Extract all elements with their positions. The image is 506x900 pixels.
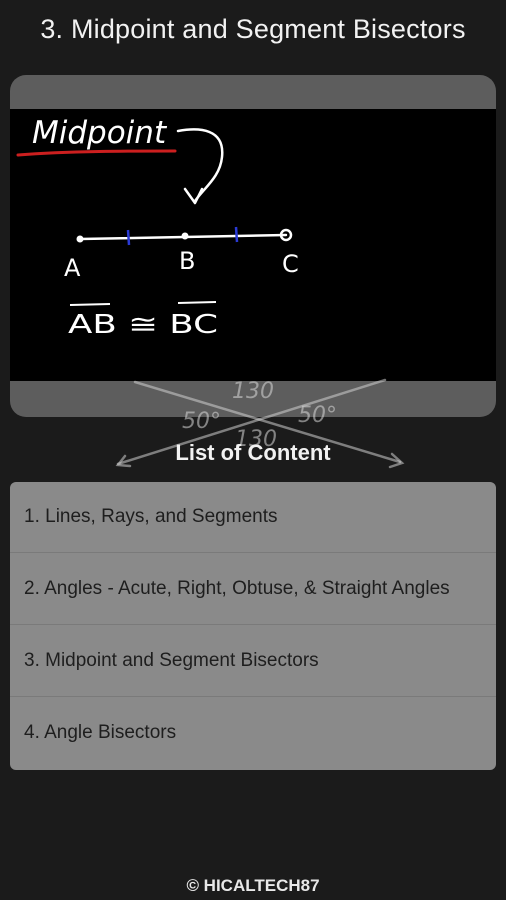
- list-item-angle-bisectors[interactable]: 4. Angle Bisectors: [10, 697, 496, 769]
- congruence-statement: AB ≅ BC: [68, 310, 218, 340]
- page-title: 3. Midpoint and Segment Bisectors: [40, 14, 466, 44]
- sketch-angle-top: 130: [232, 379, 274, 404]
- list-item-label: 2. Angles - Acute, Right, Obtuse, & Stra…: [24, 577, 450, 599]
- sketch-angle-left: 50°: [182, 409, 221, 434]
- list-item-lines-rays-segments[interactable]: 1. Lines, Rays, and Segments: [10, 482, 496, 553]
- point-b-dot: [181, 232, 189, 240]
- list-item-angles[interactable]: 2. Angles - Acute, Right, Obtuse, & Stra…: [10, 553, 496, 625]
- heading-midpoint: Midpoint: [32, 115, 168, 151]
- arrow-head: [183, 187, 204, 205]
- tick-mark-ab: [126, 229, 131, 246]
- point-a-dot: [76, 235, 84, 243]
- sketch-angle-right: 50°: [298, 403, 337, 428]
- red-underline: [16, 149, 177, 157]
- list-item-label: 1. Lines, Rays, and Segments: [24, 506, 278, 527]
- content-list: 1. Lines, Rays, and Segments 2. Angles -…: [10, 482, 496, 770]
- video-frame[interactable]: Midpoint A B C AB ≅ BC: [10, 109, 496, 381]
- overbar-bc: [177, 301, 217, 304]
- overbar-ab: [69, 303, 111, 306]
- list-of-content-heading: List of Content: [175, 440, 331, 465]
- list-item-midpoint-bisectors[interactable]: 3. Midpoint and Segment Bisectors: [10, 625, 496, 697]
- whiteboard-drawing: Midpoint A B C AB ≅ BC: [16, 115, 299, 340]
- list-item-label: 4. Angle Bisectors: [24, 722, 177, 743]
- video-player[interactable]: Midpoint A B C AB ≅ BC: [10, 75, 496, 417]
- label-b: B: [179, 247, 195, 275]
- copyright-footer: © HICALTECH87: [186, 876, 320, 895]
- label-c: C: [282, 250, 299, 278]
- list-item-label: 3. Midpoint and Segment Bisectors: [24, 649, 319, 671]
- label-a: A: [64, 254, 81, 282]
- tick-mark-bc: [234, 226, 239, 243]
